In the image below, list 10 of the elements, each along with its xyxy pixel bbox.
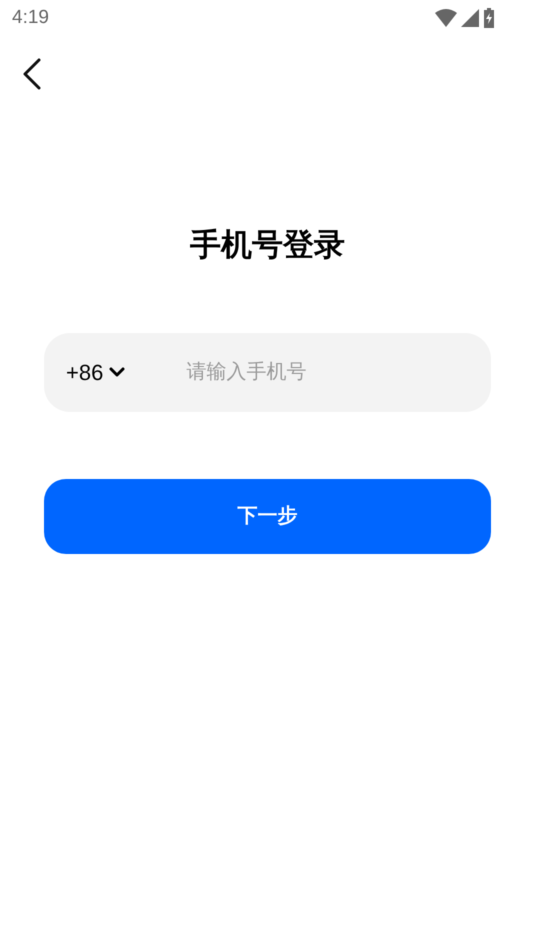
wifi-icon [435, 9, 457, 27]
country-code[interactable]: +86 [66, 356, 104, 388]
status-time: 4:19 [12, 6, 49, 30]
battery-charging-icon [483, 8, 495, 28]
next-button[interactable]: 下一步 [44, 478, 491, 554]
back-icon[interactable] [22, 58, 42, 90]
chevron-down-icon[interactable] [109, 367, 126, 377]
phone-input-field[interactable]: +86 请输入手机号 [44, 332, 491, 412]
signal-icon [461, 9, 479, 27]
page-title: 手机号登录 [190, 226, 345, 264]
